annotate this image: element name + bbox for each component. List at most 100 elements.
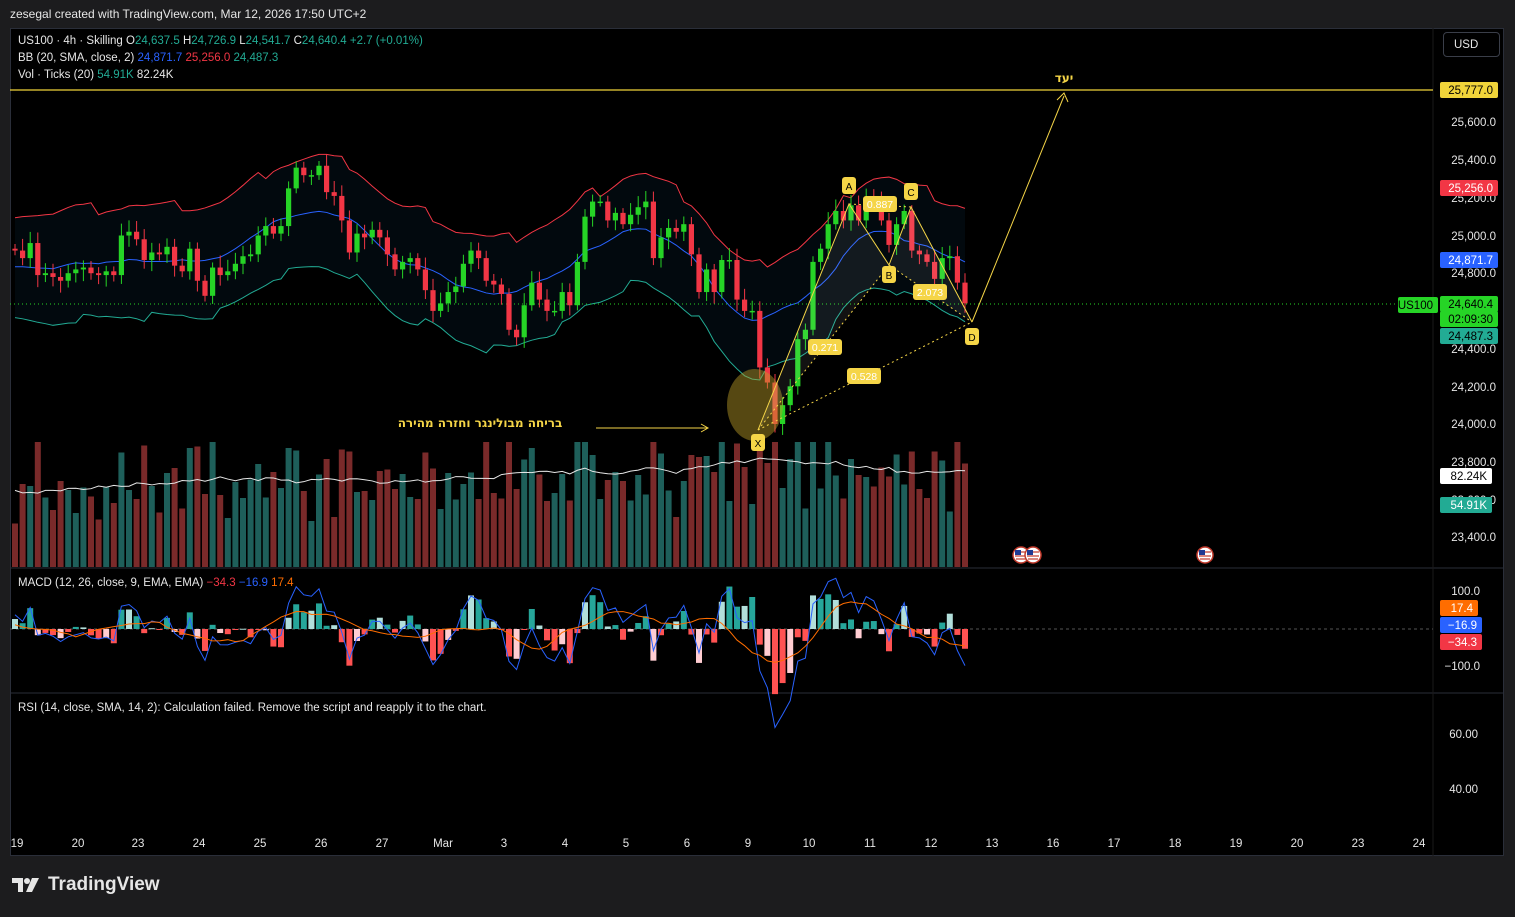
candle-body[interactable] [954, 256, 960, 283]
time-axis-label[interactable]: 24 [193, 838, 206, 850]
candle-body[interactable] [73, 269, 79, 274]
chart-canvas[interactable]: יעד בריחה מבולינגר וחזרה מהירה X A B C D 0.27… [0, 0, 1515, 917]
time-axis-label[interactable]: 4 [562, 838, 569, 850]
candle-body[interactable] [316, 165, 322, 176]
macd-label[interactable]: MACD (12, 26, close, 9, EMA, EMA) [18, 577, 203, 589]
candle-body[interactable] [597, 201, 603, 204]
candle-body[interactable] [65, 273, 71, 281]
time-axis-label[interactable]: 6 [684, 838, 690, 850]
time-axis-label[interactable]: 17 [1108, 838, 1121, 850]
candle-body[interactable] [460, 263, 466, 287]
candle-body[interactable] [483, 258, 489, 281]
candle-body[interactable] [392, 254, 398, 270]
candle-body[interactable] [445, 292, 451, 304]
bb-label[interactable]: BB (20, SMA, close, 2) [18, 52, 134, 64]
candle-body[interactable] [111, 271, 117, 276]
candle-body[interactable] [415, 258, 421, 270]
candle-body[interactable] [248, 254, 254, 257]
time-axis-label[interactable]: 20 [72, 838, 85, 850]
time-axis-label[interactable]: 19 [11, 838, 24, 850]
candle-body[interactable] [582, 216, 588, 262]
candle-body[interactable] [734, 260, 740, 300]
candle-body[interactable] [886, 220, 892, 245]
time-axis-label[interactable]: 10 [803, 838, 816, 850]
candle-body[interactable] [757, 310, 763, 368]
candle-body[interactable] [80, 267, 86, 270]
candle-body[interactable] [658, 237, 664, 259]
candle-body[interactable] [118, 235, 124, 276]
time-axis[interactable]: 19 20 23 24 25 26 27 Mar 3 4 5 6 9 10 11 12 13 16 17 18 19 20… [11, 838, 1426, 850]
candle-body[interactable] [947, 256, 953, 259]
us-flag-event-icon[interactable] [1196, 546, 1214, 564]
candle-body[interactable] [225, 271, 231, 276]
candle-body[interactable] [476, 250, 482, 259]
candle-body[interactable] [96, 273, 102, 276]
candle-body[interactable] [438, 303, 444, 311]
candle-body[interactable] [42, 273, 48, 276]
candle-body[interactable] [88, 267, 94, 274]
candle-body[interactable] [286, 188, 292, 227]
candle-body[interactable] [620, 212, 626, 225]
candle-body[interactable] [384, 237, 390, 255]
time-axis-label[interactable]: 3 [501, 838, 507, 850]
candle-body[interactable] [141, 239, 147, 261]
candle-body[interactable] [825, 224, 831, 249]
candle-body[interactable] [453, 286, 459, 293]
candle-body[interactable] [156, 252, 162, 255]
candle-body[interactable] [50, 273, 56, 277]
candle-body[interactable] [377, 229, 383, 238]
time-axis-label[interactable]: 18 [1169, 838, 1182, 850]
candle-body[interactable] [544, 299, 550, 311]
candle-body[interactable] [726, 260, 732, 262]
candle-body[interactable] [650, 201, 656, 259]
time-axis-label[interactable]: Mar [433, 838, 453, 850]
candle-body[interactable] [422, 269, 428, 291]
main-legend[interactable]: US100 · 4h · Skilling O24,637.5 H24,726.… [18, 35, 423, 47]
time-axis-label[interactable]: 16 [1047, 838, 1060, 850]
candle-body[interactable] [506, 293, 512, 330]
macd-legend[interactable]: MACD (12, 26, close, 9, EMA, EMA) −34.3 … [18, 577, 294, 589]
time-axis-label[interactable]: 5 [623, 838, 629, 850]
candle-body[interactable] [293, 167, 299, 189]
price-axis[interactable]: 25,600.025,400.025,200.025,000.024,800.0… [1398, 82, 1498, 796]
candle-body[interactable] [491, 280, 497, 285]
time-axis-label[interactable]: 13 [986, 838, 999, 850]
symbol-name[interactable]: US100 · 4h · Skilling [18, 35, 123, 47]
candle-body[interactable] [818, 248, 824, 262]
time-axis-label[interactable]: 23 [132, 838, 145, 850]
candle-body[interactable] [346, 220, 352, 253]
candle-body[interactable] [612, 212, 618, 221]
candle-body[interactable] [240, 256, 246, 264]
candle-body[interactable] [574, 261, 580, 306]
candle-body[interactable] [20, 250, 26, 259]
candle-body[interactable] [172, 246, 178, 266]
candle-body[interactable] [400, 261, 406, 270]
candle-body[interactable] [704, 269, 710, 293]
time-axis-label[interactable]: 9 [745, 838, 751, 850]
candle-body[interactable] [590, 201, 596, 217]
candle-body[interactable] [559, 292, 565, 311]
time-axis-label[interactable]: 27 [376, 838, 389, 850]
candle-body[interactable] [210, 267, 216, 296]
time-axis-label[interactable]: 12 [925, 838, 938, 850]
time-axis-label[interactable]: 25 [254, 838, 267, 850]
candle-body[interactable] [103, 271, 109, 276]
time-axis-label[interactable]: 20 [1291, 838, 1304, 850]
candle-body[interactable] [552, 310, 558, 313]
candle-body[interactable] [635, 207, 641, 215]
candle-body[interactable] [255, 235, 261, 255]
candle-body[interactable] [529, 282, 535, 306]
time-axis-label[interactable]: 23 [1352, 838, 1365, 850]
candle-body[interactable] [202, 280, 208, 296]
candle-body[interactable] [681, 224, 687, 232]
candle-body[interactable] [179, 265, 185, 272]
candle-body[interactable] [301, 167, 307, 176]
candle-body[interactable] [567, 292, 573, 306]
candle-body[interactable] [362, 233, 368, 238]
rsi-error-text[interactable]: RSI (14, close, SMA, 14, 2): Calculation… [18, 702, 487, 714]
candle-body[interactable] [263, 226, 269, 236]
candle-body[interactable] [643, 201, 649, 208]
candle-body[interactable] [719, 260, 725, 293]
us-flag-event-icon[interactable] [1024, 546, 1042, 564]
candle-body[interactable] [232, 263, 238, 272]
